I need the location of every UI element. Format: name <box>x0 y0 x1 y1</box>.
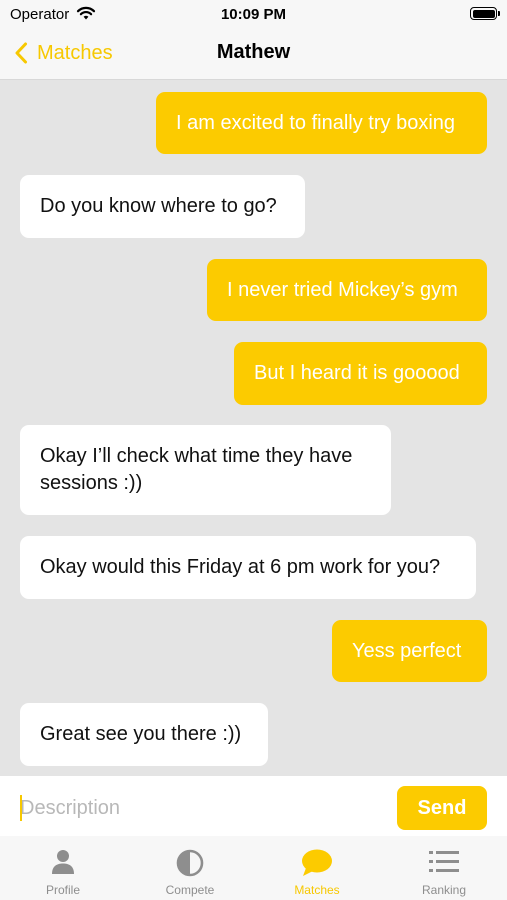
person-icon <box>52 850 74 874</box>
message-bubble-incoming: Okay would this Friday at 6 pm work for … <box>20 536 476 599</box>
message-text: But I heard it is gooood <box>254 362 460 384</box>
message-bubble-outgoing: But I heard it is gooood <box>234 342 487 405</box>
page-title: Mathew <box>216 41 291 63</box>
message-text: Okay would this Friday at 6 pm work for … <box>40 556 441 578</box>
list-icon <box>429 851 459 872</box>
message-bubble-outgoing: I am excited to finally try boxing <box>156 92 487 154</box>
tab-label: Profile <box>45 883 80 897</box>
tab-label: Matches <box>294 883 340 897</box>
message-bubble-outgoing: Yess perfect <box>332 620 487 682</box>
status-bar: Operator 10:09 PM <box>0 0 507 30</box>
message-text: Okay I’ll check what time they have sess… <box>40 445 353 494</box>
battery-icon <box>470 7 500 20</box>
message-text: Yess perfect <box>352 639 462 662</box>
message-text: Do you know where to go? <box>40 195 277 217</box>
chat-area[interactable]: I am excited to finally try boxing Do yo… <box>0 80 507 776</box>
message-input[interactable] <box>20 792 380 824</box>
message-bubble-incoming: Do you know where to go? <box>20 175 305 238</box>
message-bubble-incoming: Great see you there :)) <box>20 703 268 766</box>
message-text: I never tried Mickey’s gym <box>227 278 458 301</box>
chat-bubble-icon <box>302 849 332 876</box>
message-composer: Send <box>0 776 507 836</box>
tab-label: Compete <box>165 883 215 897</box>
tab-label: Ranking <box>421 883 467 897</box>
tab-matches[interactable]: Matches <box>254 836 380 900</box>
tab-ranking[interactable]: Ranking <box>381 836 507 900</box>
message-text: I am excited to finally try boxing <box>176 111 456 134</box>
send-button[interactable]: Send <box>397 786 487 830</box>
message-bubble-outgoing: I never tried Mickey’s gym <box>207 259 487 321</box>
half-circle-icon <box>176 849 204 877</box>
tab-profile[interactable]: Profile <box>0 836 126 900</box>
status-time: 10:09 PM <box>220 6 287 23</box>
tab-bar: Profile Compete Matches Ranking <box>0 836 507 900</box>
text-cursor <box>20 795 22 821</box>
message-text: Great see you there :)) <box>40 723 242 745</box>
message-bubble-incoming: Okay I’ll check what time they have sess… <box>20 425 391 515</box>
tab-compete[interactable]: Compete <box>127 836 253 900</box>
navigation-bar: Matches Mathew <box>0 30 507 80</box>
